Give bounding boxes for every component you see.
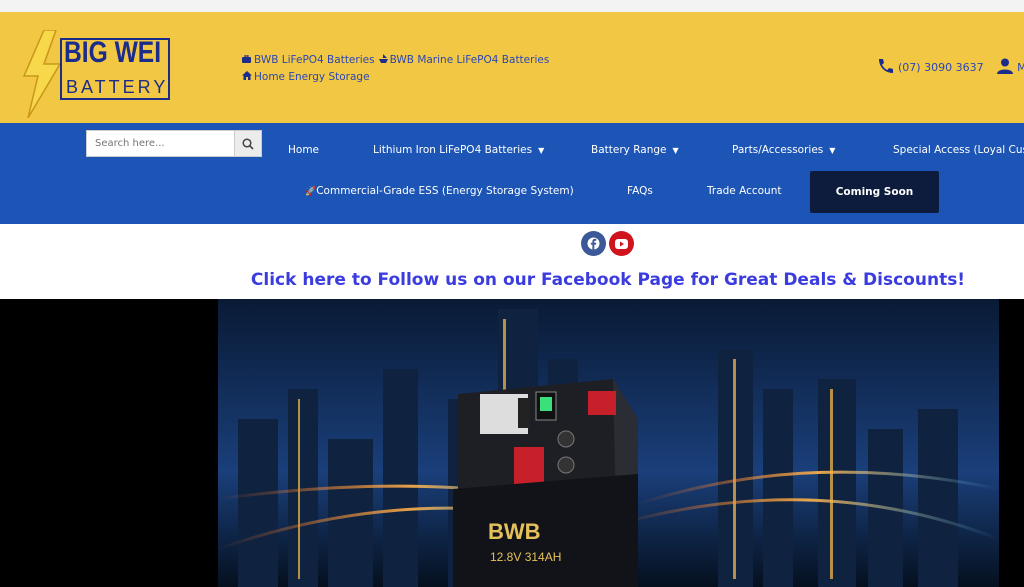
ship-icon	[378, 52, 390, 69]
nav-special-access[interactable]: Special Access (Loyal Cus	[893, 144, 1024, 156]
header-link-marine[interactable]: BWB Marine LiFePO4 Batteries	[390, 54, 550, 66]
nav-battery-range-label: Battery Range	[591, 144, 667, 156]
battery-spec: 12.8V 314AH	[490, 550, 561, 564]
battery-brand: BWB	[488, 519, 541, 544]
hero-image: BWB 12.8V 314AH	[218, 299, 999, 587]
search-button[interactable]	[234, 131, 261, 156]
hero-banner: BWB 12.8V 314AH	[0, 299, 1024, 587]
nav-commercial-label: Commercial-Grade ESS (Energy Storage Sys…	[316, 185, 574, 197]
hero-illustration: BWB 12.8V 314AH	[218, 299, 999, 587]
logo-line2: BATTERY	[66, 77, 169, 97]
site-logo[interactable]: BIG WEI BATTERY	[22, 30, 172, 118]
user-icon[interactable]	[997, 58, 1014, 77]
facebook-icon[interactable]	[581, 231, 606, 256]
nav-battery-range[interactable]: Battery Range ▼	[591, 144, 679, 156]
nav-lithium-batteries[interactable]: Lithium Iron LiFePO4 Batteries ▼	[373, 144, 544, 156]
lightning-bolt-icon	[22, 30, 62, 118]
account-link[interactable]: My	[1017, 61, 1024, 74]
main-nav: Home Lithium Iron LiFePO4 Batteries ▼ Bat…	[0, 123, 1024, 224]
caret-down-icon: ▼	[538, 145, 545, 155]
nav-commercial-ess[interactable]: 🚀Commercial-Grade ESS (Energy Storage Sy…	[305, 185, 574, 197]
caret-down-icon: ▼	[829, 145, 836, 155]
home-icon	[242, 69, 254, 86]
youtube-icon[interactable]	[609, 231, 634, 256]
nav-lithium-label: Lithium Iron LiFePO4 Batteries	[373, 144, 533, 156]
nav-faqs[interactable]: FAQs	[627, 185, 653, 197]
bookmarks-bar	[0, 0, 1024, 12]
nav-home[interactable]: Home	[288, 144, 319, 156]
search-box	[86, 130, 262, 157]
nav-trade-account[interactable]: Trade Account	[707, 185, 781, 197]
facebook-follow-link[interactable]: Click here to Follow us on our Facebook …	[0, 270, 1024, 290]
rocket-icon: 🚀	[305, 187, 317, 197]
logo-line1: BIG WEI	[64, 36, 162, 69]
header-contact: (07) 3090 3637 My	[876, 58, 1024, 77]
nav-parts-accessories[interactable]: Parts/Accessories ▼	[732, 144, 835, 156]
search-input[interactable]	[87, 131, 235, 156]
coming-soon-button[interactable]: Coming Soon	[810, 171, 939, 213]
header-link-batteries[interactable]: BWB LiFePO4 Batteries	[254, 54, 375, 66]
header-links: BWB LiFePO4 Batteries BWB Marine LiFePO4…	[242, 52, 549, 86]
phone-number[interactable]: (07) 3090 3637	[898, 61, 984, 74]
header-link-home-storage[interactable]: Home Energy Storage	[254, 71, 370, 83]
nav-parts-label: Parts/Accessories	[732, 144, 824, 156]
site-header: BIG WEI BATTERY BWB LiFePO4 Batteries BW…	[0, 12, 1024, 123]
phone-icon	[876, 58, 894, 77]
caret-down-icon: ▼	[672, 145, 679, 155]
briefcase-icon	[242, 52, 254, 69]
search-icon	[242, 137, 254, 150]
